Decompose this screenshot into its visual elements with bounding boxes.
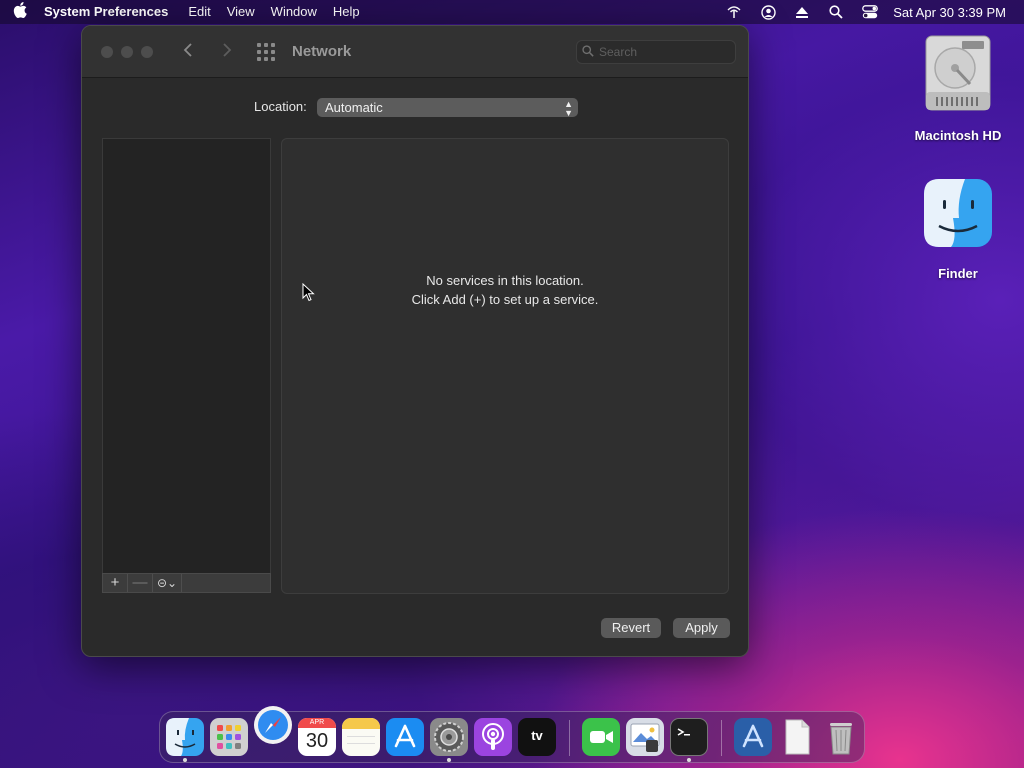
mouse-pointer-icon	[302, 282, 316, 303]
running-indicator	[447, 758, 451, 762]
desktop-icon-label: Finder	[938, 266, 978, 281]
service-list-toolbar: + — ⊝⌄	[102, 573, 271, 593]
empty-state-line-2: Click Add (+) to set up a service.	[411, 292, 599, 307]
user-icon[interactable]	[751, 0, 785, 24]
running-indicator	[687, 758, 691, 762]
eject-icon[interactable]	[785, 0, 819, 24]
apple-menu-icon[interactable]	[0, 2, 40, 22]
hard-drive-icon	[922, 34, 994, 112]
dock-separator	[569, 720, 570, 756]
running-indicator	[183, 758, 187, 762]
menu-view[interactable]: View	[219, 0, 263, 24]
dock-notes-icon[interactable]	[342, 718, 380, 756]
calendar-month: APR	[298, 718, 336, 728]
chevron-left-icon[interactable]	[176, 40, 200, 64]
dock-facetime-icon[interactable]	[582, 718, 620, 756]
status-area: Sat Apr 30 3:39 PM	[717, 0, 1024, 24]
dock-preview-icon[interactable]	[626, 718, 664, 756]
menu-help[interactable]: Help	[325, 0, 368, 24]
dock-finder-icon[interactable]	[166, 718, 204, 756]
desktop-icon-macintosh-hd[interactable]: Macintosh HD	[908, 34, 1008, 143]
search-icon	[577, 44, 599, 60]
dock-document-icon[interactable]	[778, 718, 816, 756]
dock-launchpad-icon[interactable]	[210, 718, 248, 756]
service-list[interactable]	[102, 138, 271, 593]
search-icon[interactable]	[819, 0, 853, 24]
location-label: Location:	[254, 99, 307, 114]
desktop-icon-label: Macintosh HD	[914, 128, 1002, 143]
revert-button[interactable]: Revert	[601, 618, 661, 638]
dock-trash-icon[interactable]	[822, 718, 860, 756]
updown-chevron-icon: ▲ ▼	[564, 99, 573, 118]
remove-service-button[interactable]: —	[128, 574, 153, 592]
dock-safari-icon[interactable]	[254, 706, 292, 744]
dock-xcode-icon[interactable]	[734, 718, 772, 756]
window-title: Network	[292, 43, 352, 60]
dock-terminal-icon[interactable]	[670, 718, 708, 756]
add-service-button[interactable]: +	[103, 574, 128, 592]
menu-app-name[interactable]: System Preferences	[40, 0, 180, 24]
window-titlebar: Network	[82, 26, 748, 78]
menubar-clock[interactable]: Sat Apr 30 3:39 PM	[893, 5, 1006, 20]
wifi-icon[interactable]	[717, 0, 751, 24]
network-preferences-window: Network Location: Automatic ▲▼ + — ⊝⌄ No…	[81, 25, 749, 657]
action-menu-button[interactable]: ⊝⌄	[153, 574, 182, 592]
dock-podcasts-icon[interactable]	[474, 718, 512, 756]
service-detail-pane: No services in this location. Click Add …	[281, 138, 729, 594]
chevron-right-icon[interactable]	[215, 40, 239, 64]
location-popup-button[interactable]: Automatic ▲ ▼	[317, 98, 578, 118]
minimize-window-button[interactable]	[121, 46, 133, 58]
search-input[interactable]	[599, 45, 719, 59]
dock-calendar-icon[interactable]: APR 30	[298, 718, 336, 756]
dock-app-store-icon[interactable]	[386, 718, 424, 756]
apply-button[interactable]: Apply	[673, 618, 730, 638]
menu-window[interactable]: Window	[263, 0, 325, 24]
dock-separator	[721, 720, 722, 756]
zoom-window-button[interactable]	[141, 46, 153, 58]
finder-icon	[922, 178, 994, 248]
search-field[interactable]	[576, 40, 736, 64]
menu-bar: System Preferences Edit View Window Help…	[0, 0, 1024, 24]
location-value: Automatic	[325, 100, 383, 115]
tv-label: tv	[531, 728, 543, 743]
calendar-day: 30	[305, 730, 329, 752]
menu-edit[interactable]: Edit	[180, 0, 218, 24]
empty-state-message: No services in this location. Click Add …	[282, 271, 728, 309]
dock-tv-icon[interactable]: tv	[518, 718, 556, 756]
empty-state-line-1: No services in this location.	[426, 273, 584, 288]
dock: APR 30 tv	[159, 706, 865, 763]
close-window-button[interactable]	[101, 46, 113, 58]
control-center-icon[interactable]	[853, 0, 887, 24]
dock-system-preferences-icon[interactable]	[430, 718, 468, 756]
desktop-icon-finder[interactable]: Finder	[908, 178, 1008, 281]
show-all-grid-icon[interactable]	[257, 43, 275, 61]
